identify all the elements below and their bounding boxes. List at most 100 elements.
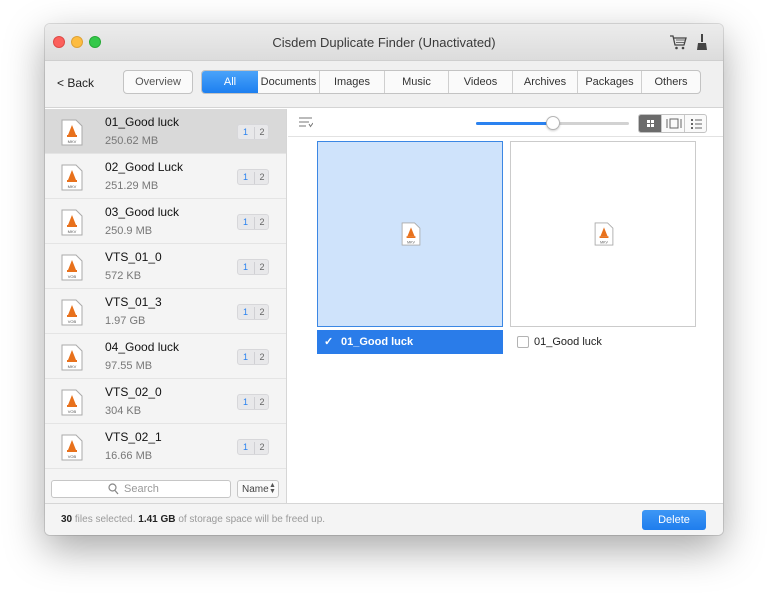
preview-card[interactable]: MKV	[317, 141, 503, 327]
updown-arrow-icon: ▲ ▼	[269, 482, 276, 495]
card-file-name: 01_Good luck	[534, 336, 602, 348]
tab-archives[interactable]: Archives	[513, 71, 578, 93]
back-button[interactable]: < Back	[57, 76, 94, 90]
file-size: 572 KB	[105, 270, 142, 282]
preview-card-label[interactable]: 01_Good luck	[510, 330, 696, 354]
tab-packages[interactable]: Packages	[578, 71, 642, 93]
file-name: 03_Good luck	[105, 205, 180, 219]
svg-text:MKV: MKV	[407, 240, 415, 244]
duplicate-file-list: MKV 01_Good luck 250.62 MB 12 MKV 02_Goo…	[45, 109, 287, 503]
duplicate-count-badge: 12	[237, 169, 269, 185]
file-name: 02_Good Luck	[105, 160, 184, 174]
svg-text:VOB: VOB	[68, 274, 77, 279]
mkv-file-icon: MKV	[594, 222, 614, 246]
zoom-slider-knob[interactable]	[545, 116, 560, 130]
category-tabs: All Documents Images Music Videos Archiv…	[201, 70, 701, 94]
app-window: Cisdem Duplicate Finder (Unactivated) < …	[45, 24, 723, 535]
duplicate-count-badge: 12	[237, 394, 269, 410]
svg-text:MKV: MKV	[600, 240, 608, 244]
status-text: 30 files selected. 1.41 GB of storage sp…	[61, 514, 325, 525]
svg-text:MKV: MKV	[68, 139, 77, 144]
brush-icon[interactable]	[695, 33, 709, 51]
card-file-name: 01_Good luck	[341, 336, 414, 348]
zoom-slider-fill	[476, 122, 553, 125]
duplicate-count-badge: 12	[237, 349, 269, 365]
file-size: 250.62 MB	[105, 135, 159, 147]
file-size: 16.66 MB	[105, 450, 153, 462]
svg-text:VOB: VOB	[68, 454, 77, 459]
title-bar: Cisdem Duplicate Finder (Unactivated)	[45, 24, 723, 61]
sort-options-icon[interactable]	[299, 117, 313, 128]
file-size: 304 KB	[105, 405, 142, 417]
mkv-file-icon: MKV	[61, 164, 83, 191]
tab-images[interactable]: Images	[320, 71, 385, 93]
window-title: Cisdem Duplicate Finder (Unactivated)	[272, 35, 496, 50]
file-name: VTS_01_3	[105, 295, 162, 309]
card-checkbox[interactable]	[517, 336, 529, 348]
file-name: VTS_01_0	[105, 250, 162, 264]
vob-file-icon: VOB	[61, 434, 83, 461]
svg-text:MKV: MKV	[68, 184, 77, 189]
file-size: 1.97 GB	[105, 315, 146, 327]
view-mode-toggle	[638, 114, 707, 133]
mkv-file-icon: MKV	[61, 344, 83, 371]
tab-others[interactable]: Others	[642, 71, 700, 93]
search-icon	[108, 483, 119, 495]
list-item[interactable]: VOB VTS_01_3 1.97 GB 12	[45, 289, 286, 334]
list-item[interactable]: MKV 03_Good luck 250.9 MB 12	[45, 199, 286, 244]
svg-text:VOB: VOB	[68, 319, 77, 324]
file-name: 04_Good luck	[105, 340, 180, 354]
cart-icon[interactable]	[669, 34, 687, 50]
tab-videos[interactable]: Videos	[449, 71, 513, 93]
tab-documents[interactable]: Documents	[258, 71, 320, 93]
duplicate-count-badge: 12	[237, 439, 269, 455]
list-item[interactable]: VOB VTS_02_0 304 KB 12	[45, 379, 286, 424]
list-view-button[interactable]	[685, 115, 708, 132]
delete-button[interactable]: Delete	[642, 510, 706, 530]
search-placeholder: Search	[124, 483, 159, 495]
overview-button[interactable]: Overview	[123, 70, 193, 94]
sort-label: Name	[242, 484, 269, 495]
tab-music[interactable]: Music	[385, 71, 449, 93]
status-text-2: of storage space will be freed up.	[178, 514, 326, 525]
preview-pane: MKV ✓ 01_Good luck MKV 01_Good luck	[288, 109, 723, 503]
status-text-1: files selected.	[74, 514, 136, 525]
list-item[interactable]: VOB VTS_01_0 572 KB 12	[45, 244, 286, 289]
sort-select[interactable]: Name ▲ ▼	[237, 480, 279, 498]
duplicate-count-badge: 12	[237, 304, 269, 320]
search-input[interactable]: Search	[51, 480, 231, 498]
svg-text:MKV: MKV	[68, 229, 77, 234]
selected-count: 30	[61, 514, 73, 525]
preview-toolbar	[288, 109, 723, 137]
preview-card[interactable]: MKV	[510, 141, 696, 327]
mkv-file-icon: MKV	[61, 209, 83, 236]
grid-view-button[interactable]	[639, 115, 662, 132]
preview-card-label[interactable]: ✓ 01_Good luck	[317, 330, 503, 354]
file-name: 01_Good luck	[105, 115, 180, 129]
list-item[interactable]: MKV 04_Good luck 97.55 MB 12	[45, 334, 286, 379]
vob-file-icon: VOB	[61, 299, 83, 326]
list-item[interactable]: MKV 01_Good luck 250.62 MB 12	[45, 109, 286, 154]
list-item[interactable]: MKV 02_Good Luck 251.29 MB 12	[45, 154, 286, 199]
duplicate-count-badge: 12	[237, 124, 269, 140]
mkv-file-icon: MKV	[401, 222, 421, 246]
file-size: 250.9 MB	[105, 225, 153, 237]
list-view-icon	[691, 119, 702, 129]
status-bar: 30 files selected. 1.41 GB of storage sp…	[45, 503, 723, 535]
svg-text:MKV: MKV	[68, 364, 77, 369]
vob-file-icon: VOB	[61, 389, 83, 416]
filmstrip-view-button[interactable]	[662, 115, 685, 132]
freed-size: 1.41 GB	[138, 514, 176, 525]
toolbar: < Back Overview All Documents Images Mus…	[45, 61, 723, 108]
file-size: 97.55 MB	[105, 360, 153, 372]
filmstrip-view-icon	[666, 118, 682, 129]
file-name: VTS_02_1	[105, 430, 162, 444]
file-name: VTS_02_0	[105, 385, 162, 399]
list-item[interactable]: VOB VTS_02_1 16.66 MB 12	[45, 424, 286, 469]
duplicate-count-badge: 12	[237, 214, 269, 230]
card-checkbox-checked[interactable]: ✓	[324, 336, 336, 348]
grid-view-icon	[647, 120, 654, 127]
duplicate-count-badge: 12	[237, 259, 269, 275]
vob-file-icon: VOB	[61, 254, 83, 281]
tab-all[interactable]: All	[202, 71, 258, 93]
